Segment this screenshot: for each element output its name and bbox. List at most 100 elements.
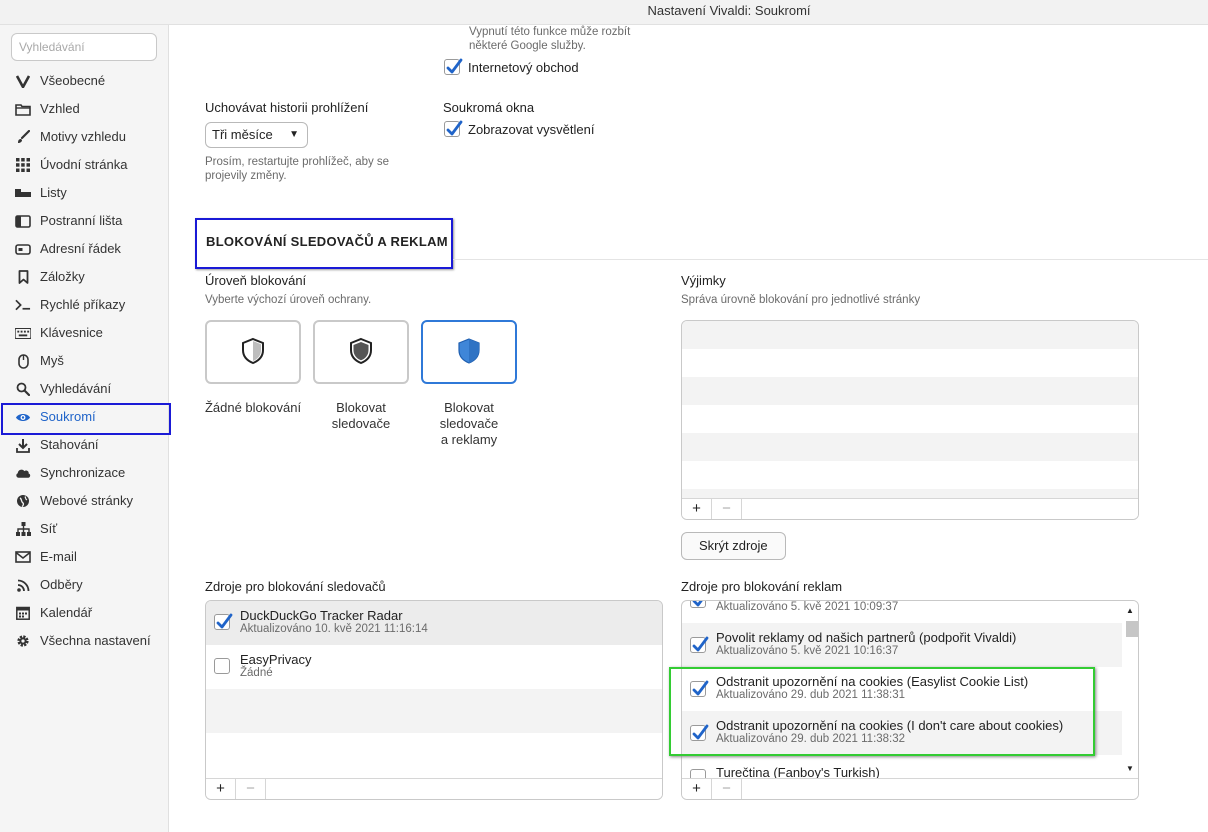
settings-content: Vypnutí této funkce může rozbít některé … [170, 25, 1208, 832]
list-item[interactable]: Aktualizováno 5. kvě 2021 10:09:37 [682, 601, 1138, 623]
sidebar-item-themes[interactable]: Motivy vzhledu [0, 123, 169, 151]
history-select-value: Tři měsíce [212, 127, 273, 142]
sidebar-item-email[interactable]: E-mail [0, 543, 169, 571]
search-icon [15, 382, 31, 396]
tabs-icon [15, 186, 31, 200]
sidebar-item-webpages[interactable]: Webové stránky [0, 487, 169, 515]
option-line: sledovače [331, 416, 391, 431]
tracker-sources-list[interactable]: DuckDuckGo Tracker Radar Aktualizováno 1… [205, 600, 663, 800]
block-trackers-option[interactable] [313, 320, 409, 384]
no-blocking-option[interactable] [205, 320, 301, 384]
source-checkbox[interactable] [214, 658, 230, 674]
tracker-sources-label: Zdroje pro blokování sledovačů [205, 579, 386, 594]
exceptions-desc: Správa úrovně blokování pro jednotlivé s… [681, 294, 921, 306]
sidebar-item-label: Vzhled [40, 101, 80, 116]
settings-sidebar: Vyhledávání Všeobecné Vzhled Motivy vzhl… [0, 25, 171, 832]
private-windows-label: Soukromá okna [443, 100, 535, 115]
chevron-down-icon: ▼ [289, 129, 299, 140]
sidebar-item-label: Motivy vzhledu [40, 129, 126, 144]
sidebar-item-label: Myš [40, 353, 64, 368]
list-item[interactable]: Povolit reklamy od našich partnerů (podp… [682, 623, 1138, 667]
network-icon [15, 522, 31, 536]
sidebar-item-label: Síť [40, 521, 58, 536]
option-line: sledovače [439, 416, 499, 431]
remove-exception-button[interactable]: − [712, 499, 742, 519]
sidebar-item-tabs[interactable]: Listy [0, 179, 169, 207]
sidebar-item-keyboard[interactable]: Klávesnice [0, 319, 169, 347]
sidebar-item-label: Klávesnice [40, 325, 103, 340]
source-checkbox[interactable] [690, 636, 709, 653]
sidebar-item-label: Kalendář [40, 605, 93, 620]
add-tracker-source-button[interactable]: + [206, 779, 236, 799]
remove-ad-source-button[interactable]: − [712, 779, 742, 799]
sidebar-item-label: E-mail [40, 549, 77, 564]
sidebar-item-label: Všechna nastavení [40, 633, 151, 648]
sidebar-item-panel[interactable]: Postranní lišta [0, 207, 169, 235]
scrollbar-thumb[interactable] [1126, 621, 1138, 637]
sidebar-item-appearance[interactable]: Vzhled [0, 95, 169, 123]
hide-sources-button[interactable]: Skrýt zdroje [681, 532, 786, 560]
sidebar-item-network[interactable]: Síť [0, 515, 169, 543]
exceptions-label: Výjimky [681, 273, 726, 288]
sidebar-item-all-settings[interactable]: Všechna nastavení [0, 627, 169, 655]
source-name: EasyPrivacy [240, 652, 312, 667]
list-item[interactable]: EasyPrivacy Žádné [206, 645, 662, 689]
sidebar-search-input[interactable]: Vyhledávání [11, 33, 157, 61]
list-footer: + − [206, 778, 662, 799]
source-updated: Aktualizováno 5. kvě 2021 10:16:37 [716, 645, 899, 657]
sidebar-item-label: Odběry [40, 577, 83, 592]
source-checkbox[interactable] [690, 601, 706, 608]
sidebar-item-label: Vyhledávání [40, 381, 112, 396]
list-item[interactable]: DuckDuckGo Tracker Radar Aktualizováno 1… [206, 601, 662, 645]
add-ad-source-button[interactable]: + [682, 779, 712, 799]
sidebar-item-search[interactable]: Vyhledávání [0, 375, 169, 403]
list-row-stripe [682, 321, 1138, 349]
sidebar-item-quick-commands[interactable]: Rychlé příkazy [0, 291, 169, 319]
history-select[interactable]: Tři měsíce ▼ [205, 122, 308, 148]
bookmark-icon [15, 270, 31, 284]
show-explanation-checkbox[interactable] [444, 120, 463, 137]
show-explanation-label: Zobrazovat vysvětlení [468, 122, 595, 137]
shield-half-icon [349, 337, 373, 368]
remove-tracker-source-button[interactable]: − [236, 779, 266, 799]
block-trackers-and-ads-label: Blokovat sledovače a reklamy [419, 400, 519, 448]
ad-sources-scrollbar[interactable]: ▲ ▼ [1122, 601, 1138, 777]
note-line: Prosím, restartujte prohlížeč, aby se [205, 156, 390, 168]
sidebar-item-sync[interactable]: Synchronizace [0, 459, 169, 487]
scroll-up-icon[interactable]: ▲ [1126, 606, 1134, 615]
google-services-note: Vypnutí této funkce může rozbít některé … [469, 25, 630, 53]
eye-icon [15, 410, 31, 424]
download-icon [15, 438, 31, 453]
cloud-icon [15, 466, 31, 480]
sidebar-item-mouse[interactable]: Myš [0, 347, 169, 375]
option-line: Blokovat [336, 400, 386, 415]
add-exception-button[interactable]: + [682, 499, 712, 519]
grid-icon [15, 158, 31, 172]
block-trackers-and-ads-option[interactable] [421, 320, 517, 384]
sidebar-item-start-page[interactable]: Úvodní stránka [0, 151, 169, 179]
scroll-down-icon[interactable]: ▼ [1126, 764, 1134, 773]
sidebar-item-calendar[interactable]: Kalendář [0, 599, 169, 627]
sidebar-item-privacy[interactable]: Soukromí [0, 403, 171, 435]
sidebar-item-feeds[interactable]: Odběry [0, 571, 169, 599]
highlight-annotation [669, 667, 1095, 756]
sidebar-item-label: Soukromí [40, 409, 96, 424]
ad-sources-label: Zdroje pro blokování reklam [681, 579, 843, 594]
shield-empty-icon [241, 337, 265, 368]
sidebar-item-label: Webové stránky [40, 493, 133, 508]
brush-icon [15, 130, 31, 144]
source-name: Povolit reklamy od našich partnerů (podp… [716, 630, 1017, 645]
sidebar-item-address-bar[interactable]: Adresní řádek [0, 235, 169, 263]
sidebar-item-downloads[interactable]: Stahování [0, 431, 169, 459]
source-checkbox[interactable] [214, 613, 233, 630]
list-row-stripe [682, 433, 1138, 461]
exceptions-list[interactable]: + − [681, 320, 1139, 520]
option-line: a reklamy [440, 432, 498, 447]
internet-shop-checkbox[interactable] [444, 58, 463, 75]
list-footer: + − [682, 778, 1138, 799]
internet-shop-label: Internetový obchod [468, 60, 579, 75]
mail-icon [15, 550, 31, 564]
sidebar-item-general[interactable]: Všeobecné [0, 67, 169, 95]
option-line: Žádné blokování [204, 400, 302, 415]
sidebar-item-bookmarks[interactable]: Záložky [0, 263, 169, 291]
